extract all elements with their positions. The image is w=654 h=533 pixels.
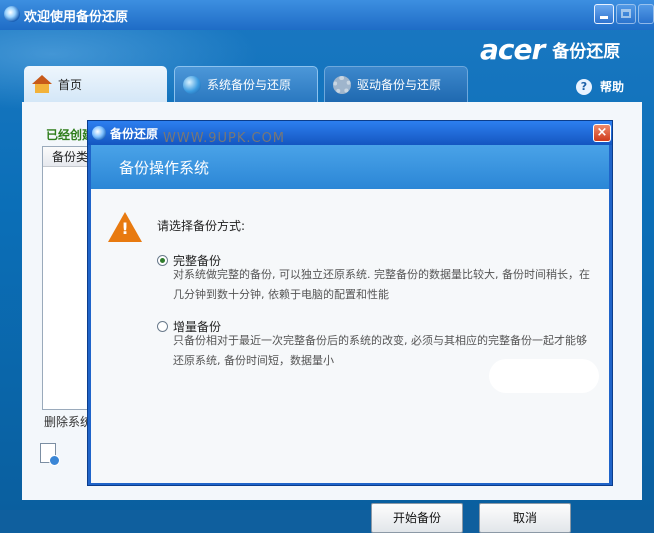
tab-home-label: 首页 (58, 77, 83, 92)
gear-icon (333, 75, 351, 94)
help-button[interactable]: ? 帮助 (576, 78, 624, 95)
home-icon (32, 75, 52, 93)
maximize-button[interactable] (616, 4, 636, 24)
dialog-header: 备份操作系统 (91, 145, 609, 189)
full-backup-desc-2: 几分钟到数十分钟, 依赖于电脑的配置和性能 (173, 288, 389, 301)
tab-system-backup[interactable]: 系统备份与还原 (174, 66, 318, 102)
help-icon: ? (576, 78, 592, 95)
full-backup-desc-1: 对系统做完整的备份, 可以独立还原系统. 完整备份的数据量比较大, 备份时间稍长… (173, 268, 590, 281)
close-window-button[interactable] (638, 4, 654, 24)
incremental-backup-radio[interactable] (157, 321, 168, 332)
dialog-close-button[interactable]: × (593, 124, 611, 142)
backup-dialog: 备份还原 × 备份操作系统 ! 请选择备份方式: 完整备份 对系统做完整的备份,… (87, 120, 613, 533)
minimize-button[interactable] (594, 4, 614, 24)
tab-system-backup-label: 系统备份与还原 (207, 78, 292, 92)
start-backup-button[interactable]: 开始备份 (371, 503, 463, 533)
delete-system-text: 删除系统 (44, 415, 93, 429)
tab-home[interactable]: 首页 (24, 66, 167, 102)
title-bar: 欢迎使用备份还原 (0, 0, 654, 30)
window-title: 欢迎使用备份还原 (24, 10, 129, 25)
document-icon[interactable] (40, 443, 60, 466)
product-name: 备份还原 (552, 41, 621, 62)
dialog-heading: 备份操作系统 (119, 159, 210, 177)
system-backup-icon (183, 75, 201, 94)
dialog-app-icon (92, 126, 106, 140)
full-backup-radio[interactable] (157, 255, 168, 266)
backup-method-prompt: 请选择备份方式: (157, 219, 246, 233)
tab-driver-backup-label: 驱动备份与还原 (357, 78, 442, 92)
app-icon (4, 6, 20, 22)
incremental-backup-desc-1: 只备份相对于最近一次完整备份后的系统的改变, 必须与其相应的完整备份一起才能够 (173, 334, 587, 347)
warning-exclamation: ! (121, 219, 129, 238)
help-label: 帮助 (600, 80, 625, 94)
cancel-button[interactable]: 取消 (479, 503, 571, 533)
dialog-title: 备份还原 (110, 127, 159, 141)
tab-driver-backup[interactable]: 驱动备份与还原 (324, 66, 468, 102)
brand: acer 备份还原 (480, 32, 621, 66)
dialog-body: ! 请选择备份方式: 完整备份 对系统做完整的备份, 可以独立还原系统. 完整备… (91, 131, 609, 533)
watermark-text: WWW.9UPK.COM (163, 131, 286, 146)
redaction-blob (489, 359, 599, 393)
acer-logo: acer (480, 32, 545, 66)
